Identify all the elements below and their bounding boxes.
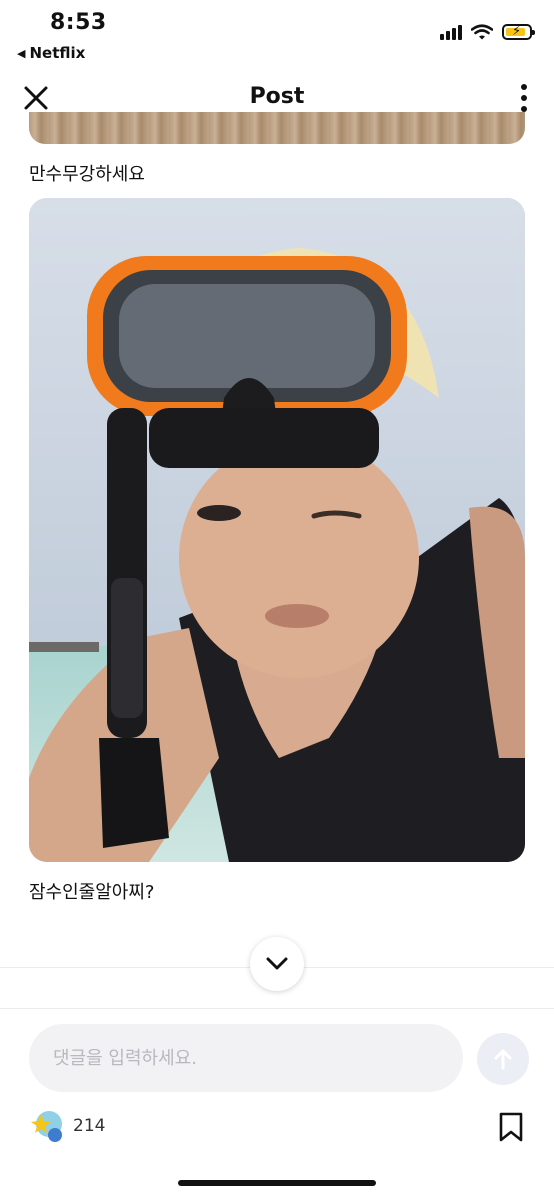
reaction-group[interactable]: 214 — [29, 1108, 105, 1144]
reaction-count: 214 — [73, 1116, 106, 1136]
home-indicator — [178, 1180, 376, 1186]
previous-image — [29, 112, 525, 144]
send-button[interactable] — [477, 1033, 529, 1085]
comment-input[interactable] — [29, 1024, 463, 1092]
status-bar: 8:53 ◀ Netflix ⚡ — [0, 0, 554, 72]
battery-charging-icon: ⚡ — [502, 24, 535, 40]
status-icons: ⚡ — [440, 24, 535, 40]
reaction-emoji-icon — [31, 1111, 62, 1142]
more-vertical-icon[interactable] — [520, 84, 528, 112]
back-to-app-link[interactable]: ◀ Netflix — [17, 44, 85, 62]
page-title: Post — [249, 84, 305, 109]
chevron-down-icon — [266, 957, 288, 970]
bookmark-icon[interactable] — [497, 1111, 525, 1143]
back-app-label: Netflix — [29, 44, 86, 62]
divider — [0, 1008, 554, 1009]
status-time: 8:53 — [50, 10, 107, 35]
arrow-up-icon — [494, 1049, 512, 1070]
wifi-icon — [471, 24, 493, 40]
cellular-signal-icon — [440, 24, 462, 40]
triangle-left-icon: ◀ — [17, 46, 26, 60]
post-caption-1: 만수무강하세요 — [29, 164, 145, 185]
scroll-down-button[interactable] — [250, 937, 304, 991]
post-caption-2: 잠수인줄알아찌? — [29, 882, 155, 903]
post-photo[interactable] — [29, 198, 525, 862]
